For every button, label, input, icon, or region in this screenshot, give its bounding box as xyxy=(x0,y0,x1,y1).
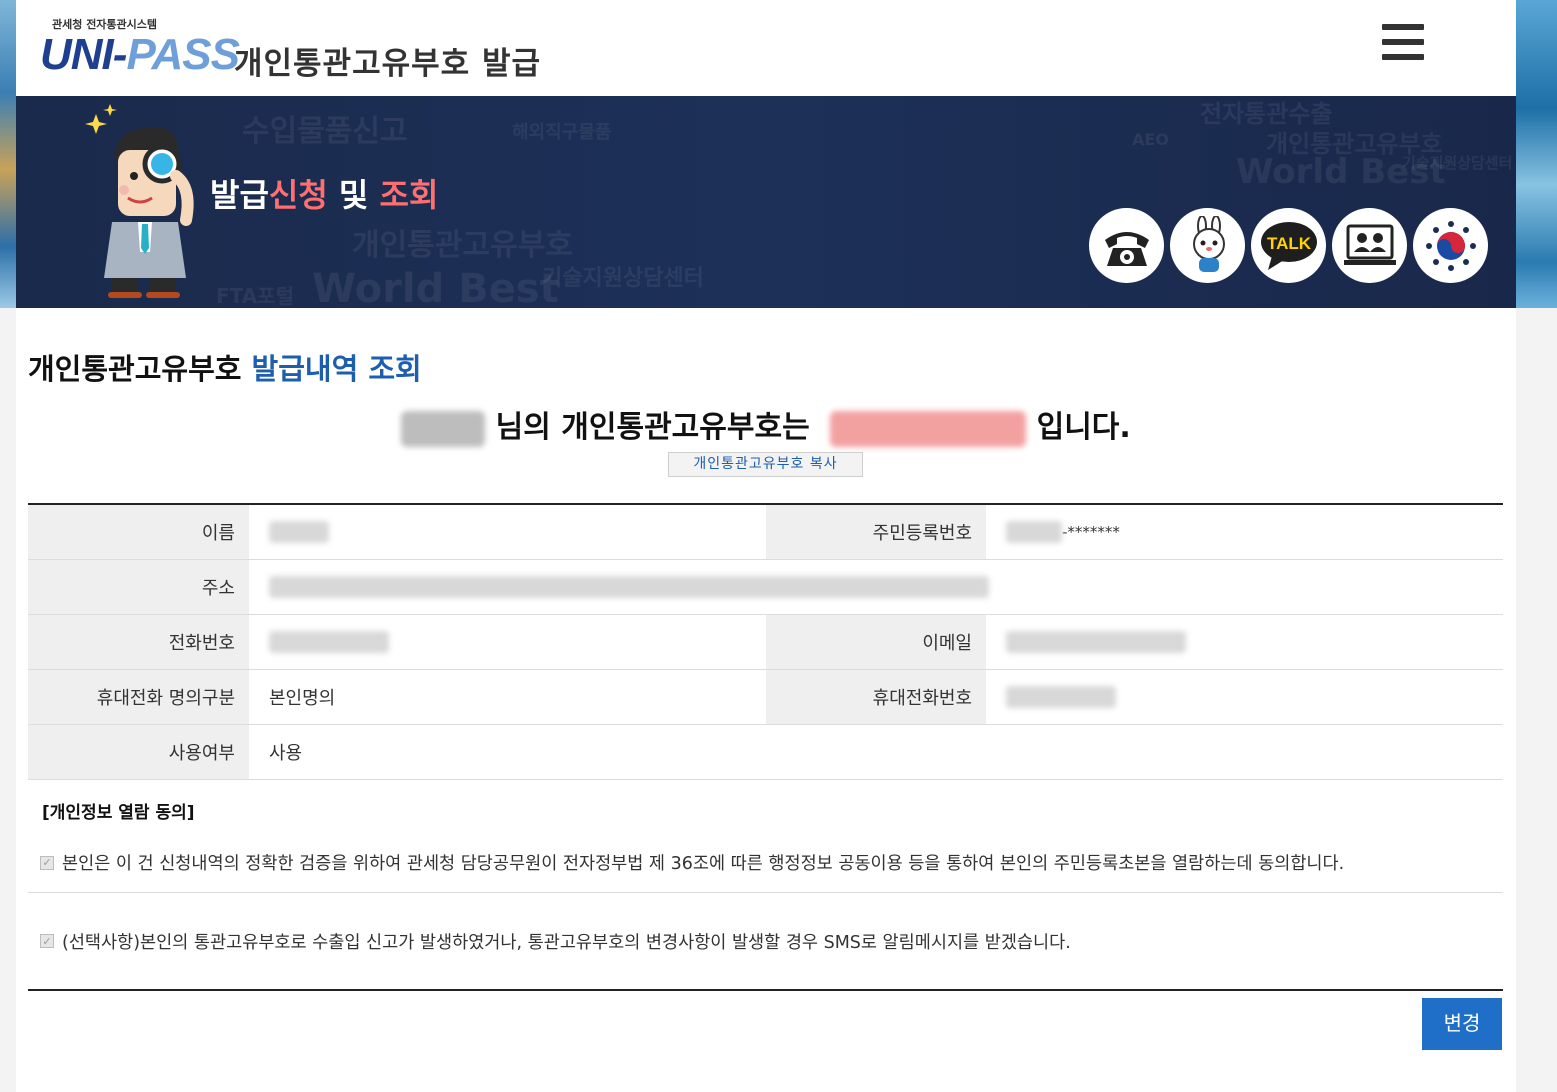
left-decorative-strip xyxy=(0,0,16,308)
consent-checkbox-2[interactable]: ✓ xyxy=(40,934,54,948)
phone-value xyxy=(249,614,766,670)
banner-title-inquiry: 조회 xyxy=(379,176,439,214)
change-button[interactable]: 변경 xyxy=(1422,998,1502,1050)
mascot-icon[interactable] xyxy=(1170,208,1245,283)
copy-code-button[interactable]: 개인통관고유부호 복사 xyxy=(668,452,863,477)
consent-checkbox-1[interactable]: ✓ xyxy=(40,855,54,870)
email-label: 이메일 xyxy=(766,614,986,670)
consent-item-2: ✓ (선택사항)본인의 통관고유부호로 수출입 신고가 발생하였거나, 통관고유… xyxy=(28,893,1503,991)
banner-title-and: 및 xyxy=(327,176,380,214)
redacted-value xyxy=(269,520,329,543)
info-table: 이름 주민등록번호 -******* 주소 전화번호 이메일 휴대전화 명의구분… xyxy=(28,503,1503,780)
result-line: 님의 개인통관고유부호는 입니다. xyxy=(16,402,1516,447)
menu-icon[interactable] xyxy=(1382,24,1424,62)
name-value xyxy=(249,504,766,560)
mobile-label: 휴대전화번호 xyxy=(766,669,986,725)
result-end-text: 입니다. xyxy=(1036,410,1131,445)
mobile-value xyxy=(986,669,1503,725)
table-row: 전화번호 이메일 xyxy=(28,614,1503,670)
mascot-illustration xyxy=(85,104,194,298)
top-bar: 관세청 전자통관시스템 UNI-PASS 개인통관고유부호 발급 xyxy=(16,0,1516,96)
unipass-logo[interactable]: UNI-PASS xyxy=(40,30,240,80)
section-title-highlight: 발급내역 조회 xyxy=(241,352,422,386)
table-row: 주소 xyxy=(28,559,1503,615)
name-label: 이름 xyxy=(28,504,249,560)
talk-icon[interactable]: TALK xyxy=(1251,208,1326,283)
email-value xyxy=(986,614,1503,670)
government-emblem-icon[interactable] xyxy=(1413,208,1488,283)
mobile-owner-label: 휴대전화 명의구분 xyxy=(28,669,249,725)
banner-bg-word: 기술지원상담센터 xyxy=(542,266,704,291)
banner: 수입물품신고 개인통관고유부호 World Best 기술지원상담센터 FTA포… xyxy=(16,96,1516,308)
address-label: 주소 xyxy=(28,559,249,615)
banner-bg-word: 기술지원상담센터 xyxy=(1402,154,1513,172)
consent-heading: [개인정보 열람 동의] xyxy=(42,803,195,823)
consent-section: [개인정보 열람 동의] ✓ 본인은 이 건 신청내역의 정확한 검증을 위하여… xyxy=(28,780,1503,991)
redacted-value xyxy=(1006,630,1186,653)
use-status-value: 사용 xyxy=(249,724,1503,780)
rrn-label: 주민등록번호 xyxy=(766,504,986,560)
rrn-masked-suffix: -******* xyxy=(1062,522,1120,541)
mobile-owner-value: 본인명의 xyxy=(249,669,766,725)
page: 관세청 전자통관시스템 UNI-PASS 개인통관고유부호 발급 수입물품신고 … xyxy=(16,0,1516,1092)
right-decorative-strip xyxy=(1516,0,1557,308)
video-call-icon[interactable] xyxy=(1332,208,1407,283)
logo-pass: PASS xyxy=(126,30,240,79)
table-row: 휴대전화 명의구분 본인명의 휴대전화번호 xyxy=(28,669,1503,725)
redacted-value xyxy=(269,575,989,598)
talk-icon-label: TALK xyxy=(1266,234,1311,253)
banner-bg-word: FTA포털 xyxy=(216,284,295,308)
phone-label: 전화번호 xyxy=(28,614,249,670)
page-header-title: 개인통관고유부호 발급 xyxy=(234,46,541,82)
banner-bg-word: World Best xyxy=(312,266,559,308)
banner-bg-word: 해외직구물품 xyxy=(512,122,612,143)
redacted-customs-code xyxy=(830,410,1027,447)
redacted-value xyxy=(1006,520,1062,543)
banner-bg-word: 수입물품신고 xyxy=(242,114,408,149)
result-middle-text: 님의 개인통관고유부호는 xyxy=(495,410,810,445)
phone-icon[interactable] xyxy=(1089,208,1164,283)
quick-icon-row: TALK xyxy=(1089,208,1488,283)
banner-title: 발급신청 및 조회 xyxy=(210,170,438,216)
redacted-name xyxy=(401,410,486,447)
consent-text-2: (선택사항)본인의 통관고유부호로 수출입 신고가 발생하였거나, 통관고유부호… xyxy=(62,932,1071,953)
banner-title-apply: 신청 xyxy=(268,176,328,214)
banner-bg-word: 개인통관고유부호 xyxy=(352,228,573,263)
consent-text-1: 본인은 이 건 신청내역의 정확한 검증을 위하여 관세청 담당공무원이 전자정… xyxy=(62,854,1345,874)
table-row: 이름 주민등록번호 -******* xyxy=(28,504,1503,560)
rrn-value: -******* xyxy=(986,504,1503,560)
banner-bg-word: AEO xyxy=(1132,130,1169,149)
section-title-main: 개인통관고유부호 xyxy=(28,352,242,386)
address-value xyxy=(249,559,1503,615)
use-status-label: 사용여부 xyxy=(28,724,249,780)
banner-title-issue: 발급 xyxy=(210,176,269,214)
logo-uni: UNI- xyxy=(40,30,127,79)
consent-item-1: ✓ 본인은 이 건 신청내역의 정확한 검증을 위하여 관세청 담당공무원이 전… xyxy=(28,833,1503,893)
section-title: 개인통관고유부호 발급내역 조회 xyxy=(28,346,422,388)
redacted-value xyxy=(269,630,389,653)
table-row: 사용여부 사용 xyxy=(28,724,1503,780)
redacted-value xyxy=(1006,685,1116,708)
